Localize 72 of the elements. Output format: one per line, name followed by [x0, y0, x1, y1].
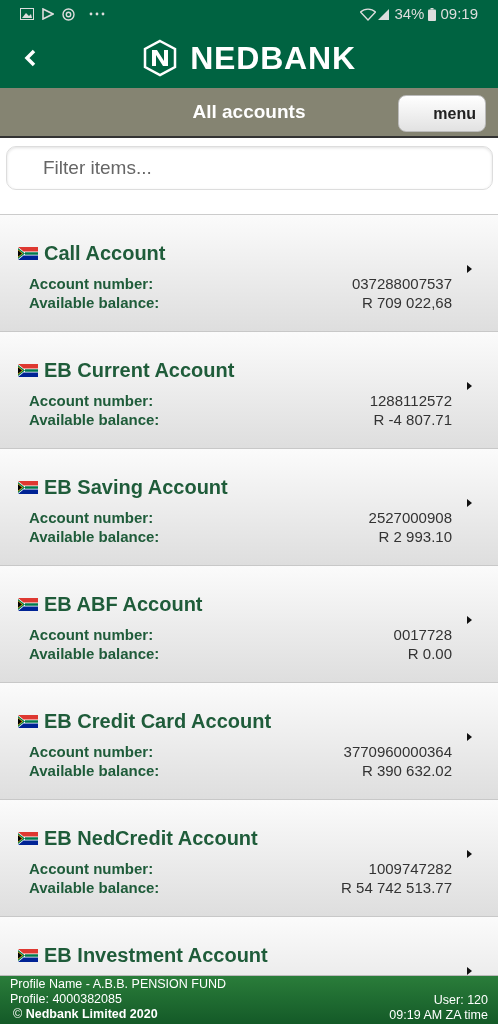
balance-amount: R 54 742 513.77: [341, 878, 452, 897]
back-icon: [24, 49, 36, 67]
account-card[interactable]: EB Credit Card Account Account number: 3770960000364 Available balance: R 390 632.02: [0, 683, 498, 800]
balance-amount: R 709 022,68: [361, 293, 452, 312]
flag-icon: [18, 597, 38, 611]
account-name: Call Account: [44, 241, 166, 265]
balance-label: Available balance:: [29, 527, 160, 546]
balance-label: Available balance:: [29, 761, 160, 780]
user-id: User: 120: [433, 993, 488, 1008]
account-number-label: Account number:: [29, 742, 154, 761]
wifi-icon: [360, 7, 377, 21]
filter-field[interactable]: Filter items...: [6, 146, 493, 190]
page-title: All accounts: [192, 99, 306, 124]
copyright: © Nedbank Limited 2020: [12, 1007, 159, 1022]
account-number-label: Account number:: [29, 274, 154, 293]
account-card[interactable]: EB NedCredit Account Account number: 1009747282 Available balance: R 54 742 513.77: [0, 800, 498, 917]
flag-icon: [18, 246, 38, 260]
account-name: EB ABF Account: [44, 592, 203, 616]
balance-label: Available balance:: [29, 878, 160, 897]
account-name: EB Investment Account: [44, 943, 268, 967]
brand-name: NEDBANK: [190, 39, 356, 78]
account-name: EB NedCredit Account: [44, 826, 258, 850]
account-number: 1288112572: [369, 391, 452, 410]
account-name: EB Credit Card Account: [44, 709, 272, 733]
account-name: EB Saving Account: [44, 475, 228, 499]
balance-amount: R 0.00: [407, 644, 452, 663]
caret-icon: [467, 850, 472, 858]
account-card[interactable]: EB Current Account Account number: 1288112572 Available balance: R -4 807.71: [0, 332, 498, 449]
battery-percent: 34%: [394, 3, 425, 24]
balance-amount: R -4 807.71: [373, 410, 452, 429]
account-number: 037288007537: [351, 274, 452, 293]
account-number-label: Account number:: [29, 391, 154, 410]
image-icon: [20, 8, 34, 20]
sync-icon: [62, 7, 75, 21]
account-number: 3770960000364: [343, 742, 452, 761]
balance-amount: R 2 993.10: [378, 527, 452, 546]
account-number-label: Account number:: [29, 859, 154, 878]
signal-icon: [378, 8, 391, 20]
balance-label: Available balance:: [29, 293, 160, 312]
account-number-label: Account number:: [29, 508, 154, 527]
more-icon: [89, 12, 105, 16]
balance-amount: R 390 632.02: [361, 761, 452, 780]
account-card[interactable]: EB Investment Account: [0, 917, 498, 975]
flag-icon: [18, 948, 38, 962]
account-number-label: Account number:: [29, 625, 154, 644]
caret-icon: [467, 265, 472, 273]
profile-number: Profile: 4000382085: [10, 992, 123, 1007]
local-time: 09:19 AM ZA time: [389, 1008, 488, 1023]
caret-icon: [467, 616, 472, 624]
account-card[interactable]: EB Saving Account Account number: 2527000908 Available balance: R 2 993.10: [0, 449, 498, 566]
flag-icon: [18, 831, 38, 845]
play-icon: [42, 8, 54, 20]
caret-icon: [467, 499, 472, 507]
account-number: 2527000908: [368, 508, 452, 527]
flag-icon: [18, 714, 38, 728]
balance-label: Available balance:: [29, 644, 160, 663]
account-card[interactable]: Call Account Account number: 037288007537 Available balance: R 709 022,68: [0, 215, 498, 332]
flag-icon: [18, 480, 38, 494]
logo-icon: [142, 39, 179, 77]
battery-icon: [428, 7, 437, 21]
account-number: 0017728: [393, 625, 452, 644]
account-card[interactable]: EB ABF Account Account number: 0017728 Available balance: R 0.00: [0, 566, 498, 683]
caret-icon: [467, 382, 472, 390]
flag-icon: [18, 363, 38, 377]
profile-name: Profile Name - A.B.B. PENSION FUND: [10, 977, 228, 992]
caret-icon: [467, 733, 472, 741]
balance-label: Available balance:: [29, 410, 160, 429]
menu-button[interactable]: menu: [398, 95, 486, 132]
clock: 09:19: [440, 3, 478, 24]
caret-icon: [467, 967, 472, 975]
account-name: EB Current Account: [44, 358, 235, 382]
account-number: 1009747282: [368, 859, 452, 878]
